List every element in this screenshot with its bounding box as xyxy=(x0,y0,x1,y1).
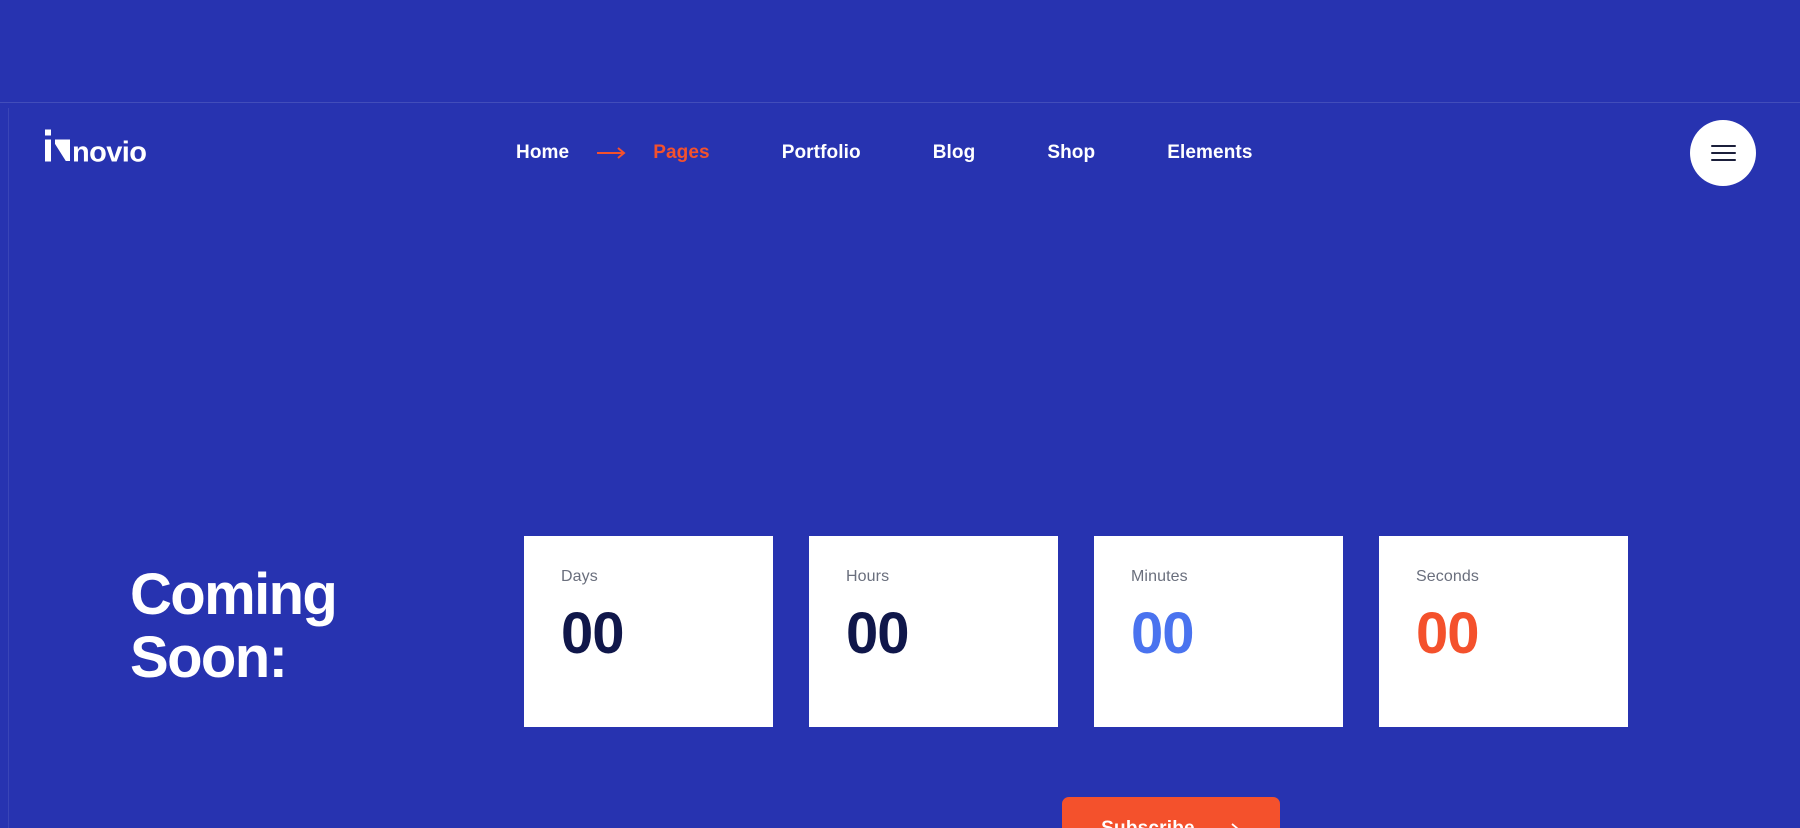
nav-item-shop[interactable]: Shop xyxy=(1047,142,1095,164)
subscribe-form: Subscribe xyxy=(524,794,1280,828)
header-top-spacer xyxy=(0,0,1800,102)
countdown-card-days: Days 00 xyxy=(524,536,773,727)
countdown-label-seconds: Seconds xyxy=(1416,568,1479,585)
site-header: novio Home Pages Portfolio Blog Shop Ele… xyxy=(0,102,1800,202)
countdown-card-minutes: Minutes 00 xyxy=(1094,536,1343,727)
nav-item-blog[interactable]: Blog xyxy=(933,142,976,164)
hamburger-menu-icon[interactable] xyxy=(1690,119,1756,186)
hamburger-line xyxy=(1710,158,1736,161)
countdown-label-hours: Hours xyxy=(846,568,890,585)
countdown-timer: Days 00 Hours 00 Minutes 00 Seconds 00 xyxy=(524,536,1628,727)
site-logo[interactable]: novio xyxy=(45,129,147,168)
main-navigation: Home Pages Portfolio Blog Shop Elements xyxy=(516,142,1253,164)
nav-item-elements[interactable]: Elements xyxy=(1167,142,1252,164)
subscribe-button-label: Subscribe xyxy=(1101,818,1195,828)
countdown-label-days: Days xyxy=(561,568,598,585)
nav-item-pages[interactable]: Pages xyxy=(653,142,709,164)
email-field-wrapper xyxy=(524,794,1036,828)
countdown-value-minutes: 00 xyxy=(1131,601,1195,666)
main-content: Coming Soon: Days 00 Hours 00 Minutes 00… xyxy=(0,202,1800,828)
arrow-right-icon xyxy=(595,146,629,159)
hamburger-line xyxy=(1710,144,1736,147)
coming-soon-page: novio Home Pages Portfolio Blog Shop Ele… xyxy=(0,0,1800,828)
countdown-card-hours: Hours 00 xyxy=(809,536,1058,727)
arrow-right-icon xyxy=(1209,823,1241,828)
subscribe-button[interactable]: Subscribe xyxy=(1062,797,1280,828)
page-title: Coming Soon: xyxy=(130,562,338,690)
logo-text: novio xyxy=(72,136,147,168)
nav-item-portfolio[interactable]: Portfolio xyxy=(782,142,861,164)
countdown-label-minutes: Minutes xyxy=(1131,568,1188,585)
countdown-value-seconds: 00 xyxy=(1416,601,1480,666)
countdown-card-seconds: Seconds 00 xyxy=(1379,536,1628,727)
logo-mark-icon xyxy=(45,129,71,161)
countdown-value-days: 00 xyxy=(561,601,625,666)
hamburger-line xyxy=(1710,151,1736,154)
nav-item-home[interactable]: Home xyxy=(516,142,569,164)
countdown-value-hours: 00 xyxy=(846,601,910,666)
